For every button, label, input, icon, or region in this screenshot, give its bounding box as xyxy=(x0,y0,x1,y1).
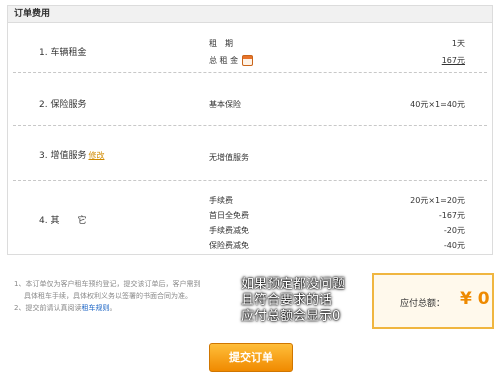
detail-line: 手续费减免 -20元 xyxy=(209,225,465,237)
total-box: 应付总额： ¥ 0 xyxy=(372,273,494,329)
overlay-line: 应付总额会显示0 xyxy=(241,309,341,324)
detail-line: 首日全免费 -167元 xyxy=(209,210,465,222)
total-amount: ¥ 0 xyxy=(460,289,490,309)
row-title-insurance: 2. 保险服务 xyxy=(39,100,87,110)
detail-line: 无增值服务 xyxy=(209,152,465,164)
detail-key: 首日全免费 xyxy=(209,211,249,220)
detail-line: 保险费减免 -40元 xyxy=(209,240,465,252)
row-title-value-added: 3. 增值服务 修改 xyxy=(39,148,104,161)
detail-key-text: 总 租 金 xyxy=(209,56,239,65)
overlay-line: 且符合要求的话 xyxy=(241,293,333,308)
overlay-line: 如果预定都没问题 xyxy=(241,277,346,292)
row-title-text: 3. 增值服务 xyxy=(39,151,87,161)
detail-key: 基本保险 xyxy=(209,100,241,109)
detail-line: 基本保险 40元×1=40元 xyxy=(209,99,465,111)
detail-value: 1天 xyxy=(451,39,465,48)
note-line: 1、本订单仅为客户租车预约登记，提交该订单后，客户需到 xyxy=(14,280,201,288)
fee-row-rental: 1. 车辆租金 租 期 1天 总 租 金 167元 xyxy=(13,25,487,73)
detail-line: 手续费 20元×1=20元 xyxy=(209,195,465,207)
detail-key: 手续费减免 xyxy=(209,226,249,235)
detail-value: -40元 xyxy=(443,241,465,250)
edit-link[interactable]: 修改 xyxy=(88,151,104,160)
detail-key: 无增值服务 xyxy=(209,153,249,162)
rental-rules-link[interactable]: 租车规则 xyxy=(81,304,109,312)
order-notes: 1、本订单仅为客户租车预约登记，提交该订单后，客户需到 具体租车手续，具体权利义… xyxy=(14,278,254,314)
note-text: 2、提交前请认真阅读 xyxy=(14,304,82,312)
note-line: 具体租车手续，具体权利义务以签署的书面合同为准。 xyxy=(24,292,192,300)
detail-line: 总 租 金 167元 xyxy=(209,55,465,69)
detail-key: 总 租 金 xyxy=(209,55,254,66)
fee-row-other: 4. 其 它 手续费 20元×1=20元 首日全免费 -167元 手续费减免 -… xyxy=(13,181,487,251)
submit-order-button[interactable]: 提交订单 xyxy=(209,343,293,372)
row-title-other: 4. 其 它 xyxy=(39,216,87,226)
order-fees-panel: 订单费用 1. 车辆租金 租 期 1天 总 租 金 167元 2. 保险服务 基… xyxy=(7,5,493,255)
annotation-overlay: 如果预定都没问题 且符合要求的话 应付总额会显示0 xyxy=(241,277,371,325)
detail-key: 保险费减免 xyxy=(209,241,249,250)
detail-value: 167元 xyxy=(441,56,465,65)
detail-value: 20元×1=20元 xyxy=(410,196,465,205)
detail-value: 40元×1=40元 xyxy=(410,100,465,109)
detail-value: -167元 xyxy=(438,211,465,220)
detail-key: 租 期 xyxy=(209,39,233,48)
panel-title: 订单费用 xyxy=(8,6,492,23)
detail-key: 手续费 xyxy=(209,196,233,205)
fee-row-insurance: 2. 保险服务 基本保险 40元×1=40元 xyxy=(13,73,487,126)
detail-line: 租 期 1天 xyxy=(209,38,465,50)
note-text: 。 xyxy=(109,304,117,312)
row-title-rental: 1. 车辆租金 xyxy=(39,48,87,58)
detail-value: -20元 xyxy=(443,226,465,235)
note-line: 2、提交前请认真阅读租车规则。 xyxy=(14,302,254,314)
fee-row-value-added: 3. 增值服务 修改 无增值服务 xyxy=(13,126,487,181)
calendar-icon[interactable] xyxy=(242,55,254,66)
total-label: 应付总额： xyxy=(400,299,446,309)
